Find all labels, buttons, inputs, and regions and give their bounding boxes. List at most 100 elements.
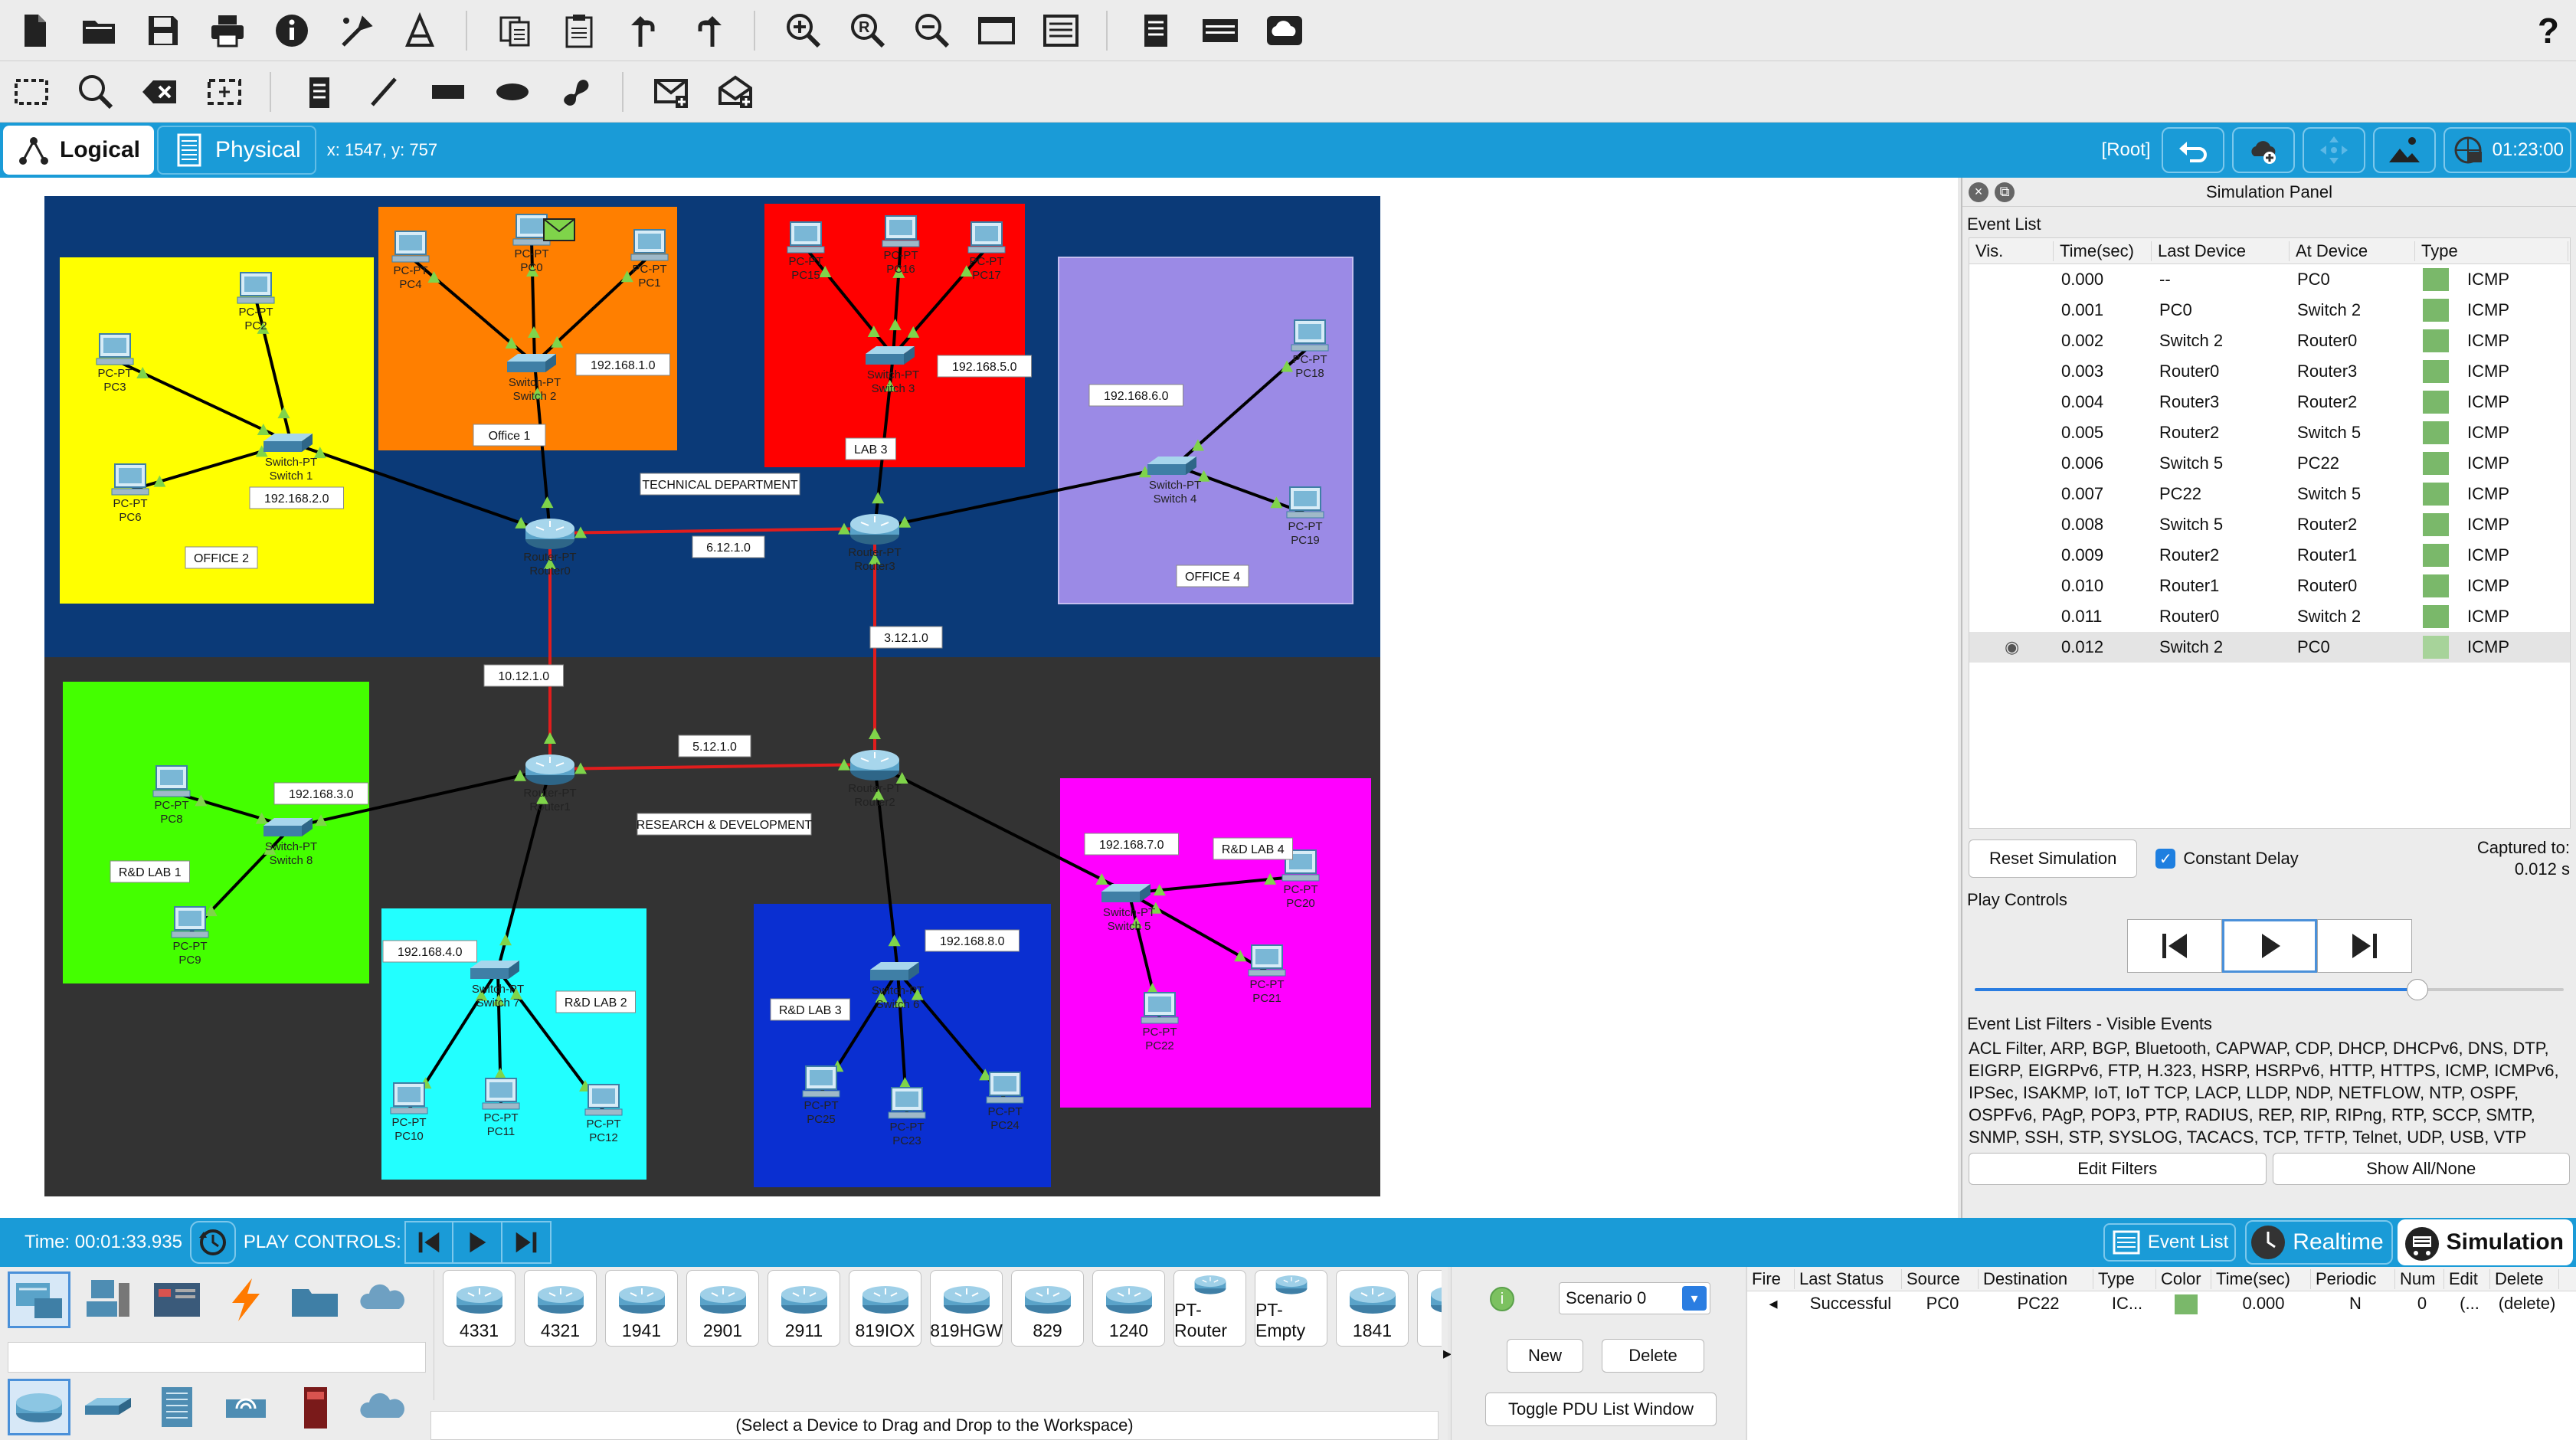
col-vis[interactable]: Vis. [1969, 241, 2054, 261]
wan-emulation-icon[interactable] [352, 1379, 415, 1435]
paste-icon[interactable] [556, 7, 604, 54]
device-model-item[interactable]: 2911 [768, 1270, 840, 1347]
event-row[interactable]: 0.005 Router2 Switch 5 ICMP [1969, 417, 2570, 448]
device-model-item[interactable]: 4321 [524, 1270, 597, 1347]
col-at-device[interactable]: At Device [2290, 241, 2415, 261]
activity-wizard-icon[interactable] [332, 7, 380, 54]
event-row[interactable]: 0.009 Router2 Router1 ICMP [1969, 540, 2570, 571]
slider-knob[interactable] [2407, 979, 2429, 1000]
drawing-palette-icon[interactable] [973, 7, 1020, 54]
view-command-log-icon[interactable] [1132, 7, 1180, 54]
play-speed-slider[interactable] [1975, 973, 2564, 1006]
pc-pc2[interactable] [237, 272, 275, 304]
pc-pc22[interactable] [1141, 992, 1179, 1024]
network-devices-icon[interactable] [8, 1271, 70, 1328]
router-router0[interactable] [525, 519, 574, 549]
freeform-icon[interactable] [553, 68, 601, 116]
tab-physical[interactable]: Physical [157, 126, 316, 175]
event-list-toggle[interactable]: Event List [2103, 1223, 2237, 1262]
miscellaneous-icon[interactable] [283, 1271, 346, 1328]
pc-pc19[interactable] [1286, 486, 1324, 519]
add-complex-pdu-icon[interactable] [712, 68, 760, 116]
device-model-item[interactable]: 2901 [686, 1270, 759, 1347]
pc-pc8[interactable] [152, 765, 191, 797]
pdu-col-header[interactable]: Edit [2444, 1268, 2490, 1289]
routers-icon[interactable] [8, 1379, 70, 1435]
category-search-field[interactable] [8, 1342, 426, 1373]
pc-pc4[interactable] [391, 231, 430, 263]
col-type[interactable]: Type [2415, 241, 2568, 261]
pdu-envelope-icon[interactable] [543, 218, 575, 241]
event-row[interactable]: 0.003 Router0 Router3 ICMP [1969, 356, 2570, 387]
constant-delay-checkbox[interactable]: ✓ [2155, 849, 2176, 869]
pc-pc17[interactable] [967, 221, 1006, 254]
router-router3[interactable] [850, 514, 899, 545]
add-simple-pdu-icon[interactable] [648, 68, 696, 116]
hubs-icon[interactable] [146, 1379, 208, 1435]
pdu-row[interactable]: ◂ Successful PC0 PC22 IC... 0.000 N 0 (... (delet… [1747, 1291, 2576, 1316]
end-devices-icon[interactable] [77, 1271, 139, 1328]
components-icon[interactable] [146, 1271, 208, 1328]
edit-filters-button[interactable]: Edit Filters [1969, 1153, 2267, 1185]
undock-icon[interactable]: ⧉ [1995, 182, 2015, 202]
pdu-col-header[interactable]: Type [2093, 1268, 2156, 1289]
event-row[interactable]: 0.010 Router1 Router0 ICMP [1969, 571, 2570, 601]
place-note-icon[interactable] [296, 68, 343, 116]
switch-switch-2[interactable] [507, 354, 556, 372]
pc-pc11[interactable] [482, 1078, 520, 1110]
redo-icon[interactable] [685, 7, 732, 54]
copy-icon[interactable] [492, 7, 539, 54]
pdu-delete[interactable]: (delete) [2490, 1294, 2559, 1314]
pc-pc23[interactable] [888, 1087, 926, 1119]
draw-ellipse-icon[interactable] [489, 68, 536, 116]
set-background-button[interactable] [2372, 127, 2436, 173]
back-button[interactable] [2161, 127, 2224, 173]
switches-icon[interactable] [77, 1379, 139, 1435]
router-router2[interactable] [850, 750, 899, 781]
switch-switch-5[interactable] [1101, 884, 1151, 902]
pc-pc12[interactable] [584, 1084, 623, 1116]
undo-icon[interactable] [620, 7, 668, 54]
zoom-out-icon[interactable] [908, 7, 956, 54]
device-model-item[interactable]: PT-Router [1173, 1270, 1246, 1347]
help-icon[interactable]: ? [2538, 10, 2559, 51]
pdu-col-header[interactable]: Delete [2490, 1268, 2559, 1289]
custom-device-icon[interactable] [397, 7, 444, 54]
pdu-col-header[interactable]: Source [1902, 1268, 1979, 1289]
event-row[interactable]: 0.001 PC0 Switch 2 ICMP [1969, 295, 2570, 326]
pc-pc1[interactable] [630, 229, 669, 261]
new-scenario-button[interactable]: New [1507, 1339, 1583, 1373]
event-row[interactable]: ◉ 0.012 Switch 2 PC0 ICMP [1969, 632, 2570, 663]
switch-switch-6[interactable] [870, 962, 919, 980]
tab-logical[interactable]: Logical [3, 126, 155, 175]
custom-devices-dialog-icon[interactable] [1037, 7, 1085, 54]
switch-switch-4[interactable] [1147, 457, 1196, 475]
back-step-button[interactable] [2126, 919, 2222, 973]
simulation-mode-button[interactable]: Simulation [2397, 1219, 2573, 1265]
router-router1[interactable] [525, 754, 574, 785]
switch-switch-8[interactable] [263, 818, 313, 836]
switch-switch-3[interactable] [866, 346, 915, 365]
reset-simulation-button[interactable]: Reset Simulation [1969, 839, 2138, 878]
pc-pc16[interactable] [882, 215, 920, 247]
wireless-icon[interactable] [214, 1379, 277, 1435]
bottom-play-button[interactable] [453, 1221, 502, 1264]
pdu-edit[interactable]: (... [2444, 1294, 2490, 1314]
device-model-item[interactable]: 819IOX [849, 1270, 921, 1347]
pc-pc10[interactable] [390, 1082, 428, 1114]
delete-icon[interactable] [136, 68, 184, 116]
cloud-icon[interactable] [1261, 7, 1308, 54]
event-row[interactable]: 0.002 Switch 2 Router0 ICMP [1969, 326, 2570, 356]
logical-workspace[interactable]: Router-PT Router0 Router-PT Router3 Router-P… [0, 178, 1958, 1218]
event-row[interactable]: 0.011 Router0 Switch 2 ICMP [1969, 601, 2570, 632]
select-icon[interactable] [8, 68, 55, 116]
pdu-col-header[interactable]: Last Status [1795, 1268, 1902, 1289]
show-all-none-button[interactable]: Show All/None [2272, 1153, 2570, 1185]
open-folder-icon[interactable] [75, 7, 123, 54]
device-model-item[interactable]: 1841 [1336, 1270, 1409, 1347]
root-breadcrumb[interactable]: [Root] [2102, 139, 2151, 161]
security-icon[interactable] [283, 1379, 346, 1435]
draw-line-icon[interactable] [360, 68, 408, 116]
info-icon[interactable] [268, 7, 316, 54]
pc-pc9[interactable] [171, 906, 209, 938]
